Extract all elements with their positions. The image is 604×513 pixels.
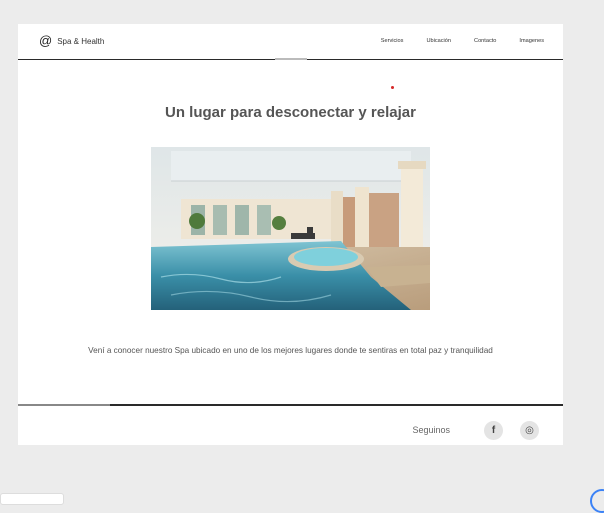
at-icon: @ — [39, 33, 53, 48]
page-container: @ Spa & Health Servicios Ubicación Conta… — [18, 24, 563, 445]
nav-menu: Servicios Ubicación Contacto Imagenes — [358, 38, 544, 44]
nav-link-servicios[interactable]: Servicios — [381, 38, 404, 44]
description-text: Vení a conocer nuestro Spa ubicado en un… — [88, 346, 493, 355]
page-title: Un lugar para desconectar y relajar — [165, 104, 416, 121]
nav-accent-line — [275, 58, 307, 60]
hero-image — [151, 147, 430, 310]
bottom-tab — [0, 493, 64, 505]
nav-link-ubicacion[interactable]: Ubicación — [426, 38, 451, 44]
navbar: @ Spa & Health Servicios Ubicación Conta… — [18, 24, 563, 60]
red-dot — [391, 86, 394, 89]
nav-link-imagenes[interactable]: Imagenes — [519, 38, 544, 44]
brand[interactable]: @ Spa & Health — [39, 33, 105, 48]
footer: Seguinos f ◎ — [18, 406, 563, 445]
instagram-icon[interactable]: ◎ — [520, 421, 539, 440]
indoor-pool-photo — [151, 147, 430, 310]
follow-label: Seguinos — [412, 425, 450, 435]
brand-name: Spa & Health — [57, 36, 105, 46]
facebook-icon[interactable]: f — [484, 421, 503, 440]
nav-link-contacto[interactable]: Contacto — [474, 38, 496, 44]
corner-indicator — [590, 489, 604, 513]
